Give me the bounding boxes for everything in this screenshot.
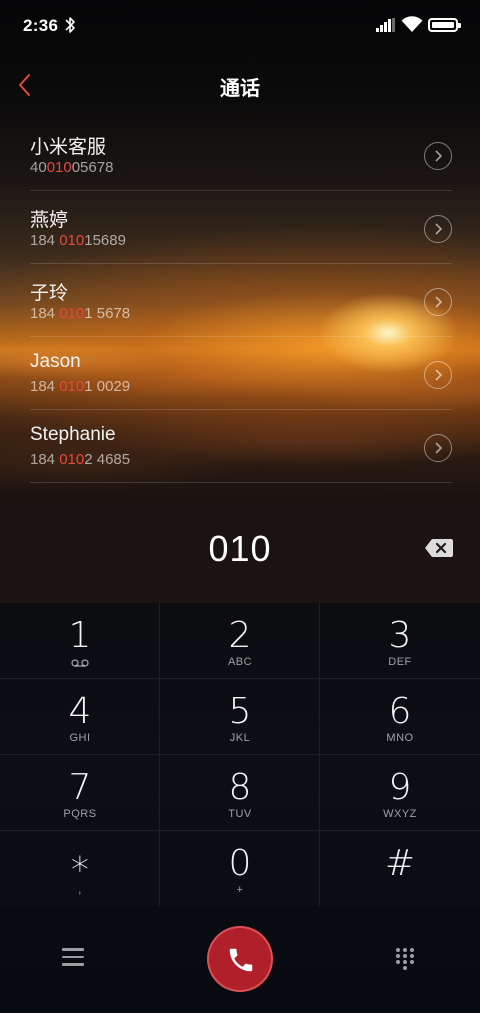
key-6[interactable]: 6 MNO (320, 679, 480, 755)
backspace-button[interactable] (424, 537, 454, 559)
contact-number: 184 01015689 (30, 232, 126, 249)
key-letters: TUV (228, 808, 252, 820)
contact-row[interactable]: 子玲 184 0101 5678 (30, 264, 452, 337)
key-letters: , (78, 884, 82, 896)
contact-row[interactable]: 小米客服 4001005678 (30, 118, 452, 191)
contact-detail-button[interactable] (424, 434, 452, 462)
key-digit: # (384, 843, 416, 884)
dialpad-toggle-button[interactable] (396, 948, 416, 972)
contact-row[interactable]: 燕婷 184 01015689 (30, 191, 452, 264)
key-letters: MNO (386, 732, 414, 744)
number-prefix: 40 (30, 159, 47, 176)
key-digit: 9 (388, 767, 412, 808)
bluetooth-icon (65, 17, 75, 33)
voicemail-icon (71, 659, 89, 667)
wifi-icon (401, 16, 423, 32)
key-letters: PQRS (63, 808, 97, 820)
key-letters: ABC (227, 656, 253, 668)
number-suffix: 2 4685 (84, 451, 131, 468)
number-prefix: 184 (30, 232, 60, 249)
contact-detail-button[interactable] (424, 142, 452, 170)
key-star[interactable]: ∗ , (0, 831, 160, 907)
key-digit: 5 (228, 691, 252, 732)
key-5[interactable]: 5 JKL (160, 679, 320, 755)
contact-number: 184 0101 5678 (30, 305, 130, 322)
battery-icon (428, 18, 461, 32)
key-digit: 7 (68, 767, 92, 808)
call-button[interactable] (207, 926, 273, 992)
number-suffix: 1 0029 (84, 378, 131, 395)
number-suffix: 15689 (84, 232, 126, 249)
key-letters: GHI (69, 732, 91, 744)
key-4[interactable]: 4 GHI (0, 679, 160, 755)
key-3[interactable]: 3 DEF (320, 603, 480, 679)
status-bar: 2:36 (0, 0, 480, 52)
contact-row[interactable]: Jason 184 0101 0029 (30, 337, 452, 410)
key-digit: ∗ (68, 843, 92, 884)
contact-name: Stephanie (30, 424, 116, 445)
key-8[interactable]: 8 TUV (160, 755, 320, 831)
signal-icon (376, 18, 395, 32)
contact-row[interactable]: Stephanie 184 0102 4685 (30, 410, 452, 483)
contact-name: Jason (30, 351, 81, 372)
number-match-highlight: 010 (59, 451, 85, 468)
contact-number: 184 0101 0029 (30, 378, 130, 395)
dialed-number-display: 010 (0, 503, 480, 603)
key-letters: JKL (229, 732, 251, 744)
dialed-number: 010 (208, 528, 272, 569)
key-1[interactable]: 1 (0, 603, 160, 679)
key-0[interactable]: 0 + (160, 831, 320, 907)
contact-detail-button[interactable] (424, 288, 452, 316)
chevron-right-icon (435, 296, 443, 308)
menu-button[interactable] (62, 948, 84, 968)
bottom-action-bar (0, 906, 480, 1013)
contact-name: 燕婷 (30, 210, 69, 231)
key-9[interactable]: 9 WXYZ (320, 755, 480, 831)
status-time: 2:36 (23, 16, 59, 35)
key-digit: 6 (388, 691, 412, 732)
key-digit: 0 (228, 843, 252, 884)
key-letters: WXYZ (383, 808, 417, 820)
chevron-right-icon (435, 150, 443, 162)
number-match-highlight: 010 (59, 232, 85, 249)
number-suffix: 05678 (71, 159, 114, 176)
key-digit: 3 (388, 615, 412, 656)
number-match-highlight: 010 (59, 378, 85, 395)
contact-results-list: 小米客服 4001005678 燕婷 184 01015689 子玲 184 0… (0, 118, 480, 483)
dialpad: 1 2 ABC 3 DEF 4 GHI 5 JKL 6 MNO 7 PQRS 8… (0, 603, 480, 907)
key-letters: + (236, 884, 244, 896)
number-match-highlight: 010 (59, 305, 85, 322)
contact-name: 小米客服 (30, 137, 107, 158)
key-7[interactable]: 7 PQRS (0, 755, 160, 831)
number-suffix: 1 5678 (84, 305, 131, 322)
header: 通话 (0, 60, 480, 110)
page-title: 通话 (220, 78, 260, 100)
number-prefix: 184 (30, 305, 60, 322)
menu-icon (62, 948, 84, 966)
key-2[interactable]: 2 ABC (160, 603, 320, 679)
chevron-right-icon (435, 223, 443, 235)
contact-name: 子玲 (30, 283, 69, 304)
contact-number: 4001005678 (30, 159, 113, 176)
key-hash[interactable]: # (320, 831, 480, 907)
number-prefix: 184 (30, 378, 60, 395)
key-digit: 8 (228, 767, 252, 808)
key-letters: DEF (388, 656, 412, 668)
chevron-right-icon (435, 442, 443, 454)
chevron-right-icon (435, 369, 443, 381)
key-digit: 4 (68, 691, 92, 732)
phone-icon (229, 948, 253, 972)
contact-detail-button[interactable] (424, 215, 452, 243)
key-digit: 2 (228, 615, 252, 656)
contact-detail-button[interactable] (424, 361, 452, 389)
contact-number: 184 0102 4685 (30, 451, 130, 468)
number-prefix: 184 (30, 451, 60, 468)
key-digit: 1 (68, 615, 92, 656)
backspace-icon (425, 539, 453, 557)
number-match-highlight: 010 (46, 159, 72, 176)
